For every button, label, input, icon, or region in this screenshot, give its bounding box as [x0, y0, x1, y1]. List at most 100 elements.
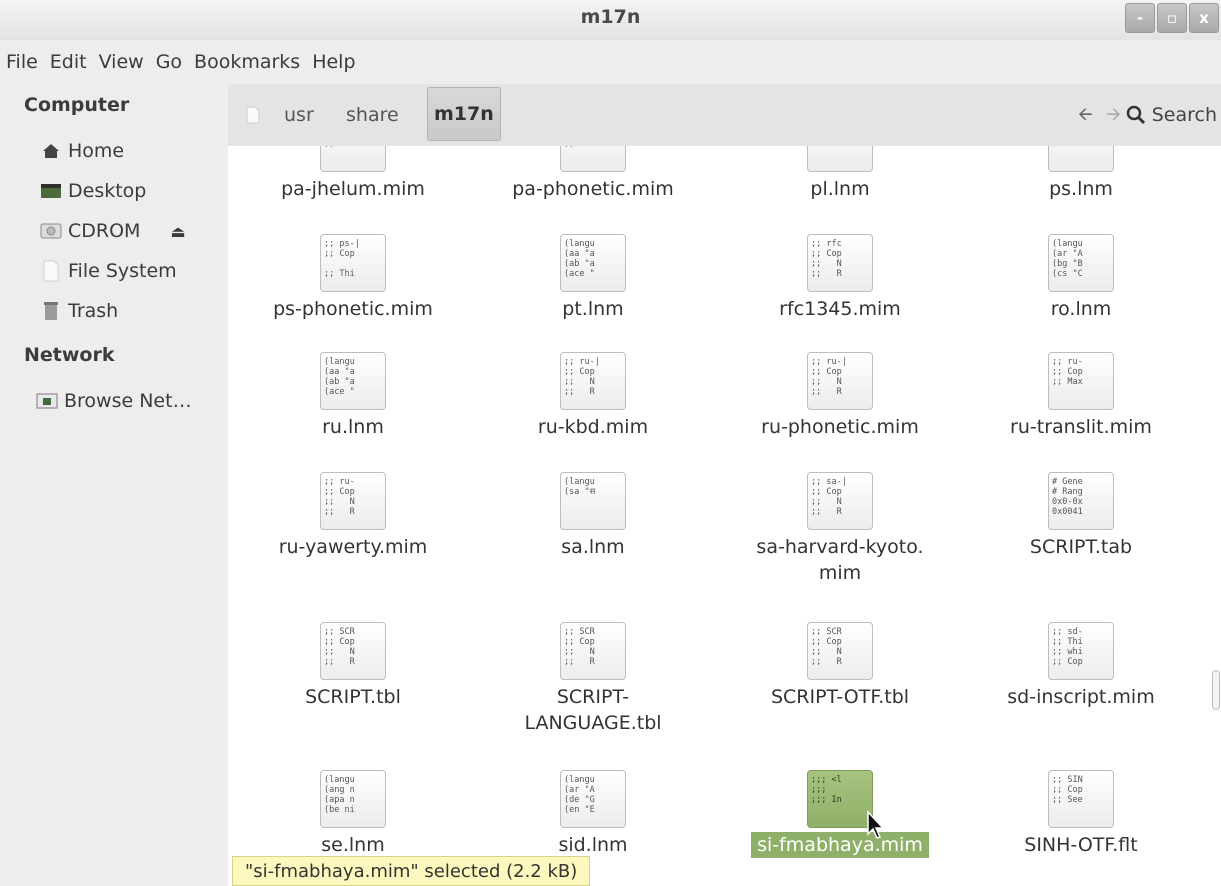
file-item[interactable]: ;; SCR ;; Cop ;; N ;; R SCRIPT.tbl — [233, 622, 473, 742]
window-title: m17n — [580, 6, 641, 28]
menu-edit[interactable]: Edit — [50, 51, 87, 73]
network-icon — [36, 392, 58, 410]
forward-arrow-icon[interactable]: 🡪 — [1106, 104, 1121, 125]
file-name: ru-yawerty.mim — [278, 536, 428, 558]
file-thumbnail: ;; ru- ;; Cop ;; Max — [1048, 352, 1114, 410]
file-name: pl.lnm — [810, 178, 870, 200]
sidebar-item-label: File System — [68, 260, 177, 282]
file-item[interactable]: ;; ps-| ;; Cop ;; Thi ps-phonetic.mim — [233, 234, 473, 354]
menu-view[interactable]: View — [99, 51, 144, 73]
file-name: ru.lnm — [322, 416, 384, 438]
file-item[interactable]: ;; sd- ;; Thi ;; whi ;; Cop sd-inscript.m… — [961, 622, 1201, 742]
search-button[interactable]: Search — [1126, 98, 1217, 132]
file-thumbnail: ;; rfc ;; Cop ;; N ;; R — [807, 234, 873, 292]
file-name: sd-inscript.mim — [1007, 686, 1155, 708]
file-item[interactable]: (langu (aa "a (ab "a (ace " pt.lnm — [473, 234, 713, 354]
back-arrow-icon[interactable]: 🡨 — [1078, 104, 1093, 125]
file-name: pa-phonetic.mim — [512, 178, 674, 200]
title-bar: m17n - ▫ x — [0, 0, 1221, 40]
file-grid: ;; Cop ;; Thi pa-jhelum.mim ;; Cop ;; Thi p… — [228, 146, 1210, 886]
file-item[interactable]: ;; ru- ;; Cop ;; Max ru-translit.mim — [961, 352, 1201, 472]
file-thumbnail: ;; SIN ;; Cop ;; See — [1048, 770, 1114, 828]
file-item[interactable]: (langu (sa "स sa.lnm — [473, 472, 713, 592]
minimize-button[interactable]: - — [1125, 3, 1155, 33]
file-thumbnail: ;; Cop ;; Thi — [560, 146, 626, 172]
sidebar-item-label: Desktop — [68, 180, 147, 202]
file-item[interactable]: (ab ni (ach n pl.lnm — [720, 146, 960, 234]
scrollbar-thumb[interactable] — [1212, 670, 1220, 710]
menu-file[interactable]: File — [6, 51, 38, 73]
file-name-text: si-fmabhaya.mim — [751, 832, 929, 858]
file-item[interactable]: ;; SCR ;; Cop ;; N ;; R SCRIPT-OTF.tbl — [720, 622, 960, 742]
file-thumbnail: (bal ", (de "ɔ — [1048, 146, 1114, 172]
file-thumbnail: ;; SCR ;; Cop ;; N ;; R — [320, 622, 386, 680]
search-icon — [1126, 105, 1145, 125]
file-name: SCRIPT.tab — [1029, 536, 1133, 558]
file-name: SCRIPT.tbl — [305, 686, 401, 708]
file-item[interactable]: ;;; <l ;;; ;;; In si-fmabhaya.mim — [720, 770, 960, 886]
breadcrumb-m17n[interactable]: m17n — [427, 87, 501, 141]
close-button[interactable]: x — [1189, 3, 1219, 33]
file-item[interactable]: (bal ", (de "ɔ ps.lnm — [961, 146, 1201, 234]
menu-bookmarks[interactable]: Bookmarks — [194, 51, 300, 73]
file-item[interactable]: ;; ru- ;; Cop ;; N ;; R ru-yawerty.mim — [233, 472, 473, 592]
file-item[interactable]: # Gene # Rang 0x0-0x 0x0041 SCRIPT.tab — [961, 472, 1201, 592]
sidebar-item-label: Trash — [68, 300, 119, 322]
file-thumbnail: # Gene # Rang 0x0-0x 0x0041 — [1048, 472, 1114, 530]
file-thumbnail: ;; sa-| ;; Cop ;; N ;; R — [807, 472, 873, 530]
file-item[interactable]: ;; SCR ;; Cop ;; N ;; R SCRIPT- LANGUAGE.… — [473, 622, 713, 742]
file-name: ps-phonetic.mim — [273, 298, 433, 320]
file-item[interactable]: ;; SIN ;; Cop ;; See SINH-OTF.flt — [961, 770, 1201, 886]
file-item[interactable]: ;; sa-| ;; Cop ;; N ;; R sa-harvard-kyoto… — [720, 472, 960, 592]
filesystem-icon[interactable] — [246, 106, 260, 128]
file-thumbnail: ;; SCR ;; Cop ;; N ;; R — [807, 622, 873, 680]
file-name: ru-phonetic.mim — [761, 416, 919, 438]
file-thumbnail: ;; ps-| ;; Cop ;; Thi — [320, 234, 386, 292]
sidebar-item-cdrom[interactable]: CDROM ⏏ — [40, 216, 186, 246]
file-item[interactable]: (langu (ar "A (bg "B (cs "C ro.lnm — [961, 234, 1201, 354]
file-item[interactable]: ;; Cop ;; Thi pa-phonetic.mim — [473, 146, 713, 234]
menu-help[interactable]: Help — [312, 51, 355, 73]
file-thumbnail: (langu (aa "a (ab "a (ace " — [320, 352, 386, 410]
breadcrumb-usr[interactable]: usr — [284, 98, 314, 132]
file-name: ru-kbd.mim — [537, 416, 649, 438]
mouse-cursor-icon — [867, 810, 885, 839]
sidebar-header-network: Network — [24, 344, 115, 366]
file-name: SINH-OTF.flt — [1024, 834, 1138, 856]
sidebar-item-label: Home — [68, 140, 125, 162]
file-thumbnail: (ab ni (ach n — [807, 146, 873, 172]
file-thumbnail: ;;; <l ;;; ;;; In — [807, 770, 873, 828]
sidebar-item-browse-network[interactable]: Browse Net… — [36, 386, 192, 416]
search-label: Search — [1151, 104, 1217, 126]
file-item[interactable]: ;; Cop ;; Thi pa-jhelum.mim — [233, 146, 473, 234]
file-item[interactable]: ;; rfc ;; Cop ;; N ;; R rfc1345.mim — [720, 234, 960, 354]
sidebar-item-label: Browse Net… — [64, 390, 192, 412]
file-thumbnail: (langu (ar "A (de "G (en "E — [560, 770, 626, 828]
file-name: se.lnm — [321, 834, 385, 856]
maximize-button[interactable]: ▫ — [1157, 3, 1187, 33]
file-name: SCRIPT- LANGUAGE.tbl — [524, 686, 662, 734]
sidebar-item-desktop[interactable]: Desktop — [40, 176, 146, 206]
file-item[interactable]: ;; ru-| ;; Cop ;; N ;; R ru-phonetic.mim — [720, 352, 960, 472]
file-item[interactable]: ;; ru-| ;; Cop ;; N ;; R ru-kbd.mim — [473, 352, 713, 472]
file-name: pt.lnm — [562, 298, 624, 320]
sidebar-item-trash[interactable]: Trash — [40, 296, 118, 326]
selection-status: "si-fmabhaya.mim" selected (2.2 kB) — [232, 856, 591, 886]
sidebar-item-filesystem[interactable]: File System — [40, 256, 177, 286]
eject-icon[interactable]: ⏏ — [170, 222, 185, 241]
file-thumbnail: (langu (aa "a (ab "a (ace " — [560, 234, 626, 292]
home-icon — [40, 143, 62, 159]
menu-bar: File Edit View Go Bookmarks Help — [0, 40, 1221, 84]
file-item[interactable]: (langu (aa "a (ab "a (ace " ru.lnm — [233, 352, 473, 472]
breadcrumb-share[interactable]: share — [346, 98, 399, 132]
file-thumbnail: ;; ru-| ;; Cop ;; N ;; R — [807, 352, 873, 410]
sidebar-item-home[interactable]: Home — [40, 136, 124, 166]
file-thumbnail: (langu (ang n (apa n (be ni — [320, 770, 386, 828]
file-thumbnail: ;; ru-| ;; Cop ;; N ;; R — [560, 352, 626, 410]
file-name: ru-translit.mim — [1010, 416, 1152, 438]
sidebar-header-computer: Computer — [24, 94, 130, 116]
file-name: SCRIPT-OTF.tbl — [770, 686, 910, 708]
menu-go[interactable]: Go — [156, 51, 182, 73]
filesystem-icon — [40, 260, 62, 282]
file-name: ro.lnm — [1050, 298, 1112, 320]
